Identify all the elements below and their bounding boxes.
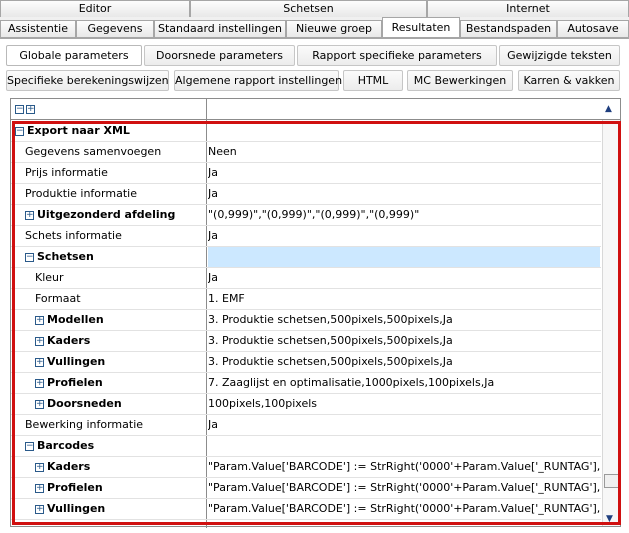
mc-bewerkingen-button[interactable]: MC Bewerkingen <box>407 70 513 91</box>
row-value[interactable]: "(0,999)","(0,999)","(0,999)","(0,999)" <box>208 205 600 225</box>
row-label: Uitgezonderd afdeling <box>37 208 176 221</box>
window: Editor Schetsen Internet Assistentie Geg… <box>0 0 629 533</box>
row-value[interactable]: 3. Produktie schetsen,500pixels,500pixel… <box>208 352 600 372</box>
row-value[interactable]: 100pixels,100pixels <box>208 394 600 414</box>
row-barcodes[interactable]: − Barcodes <box>11 436 601 457</box>
row-prijs-informatie[interactable]: Prijs informatie Ja <box>11 163 601 184</box>
row-export-naar-xml[interactable]: − Export naar XML <box>11 121 601 142</box>
row-schetsen[interactable]: − Schetsen <box>11 247 601 268</box>
tab-gegevens[interactable]: Gegevens <box>76 20 154 37</box>
tab-assistentie[interactable]: Assistentie <box>0 20 76 37</box>
collapse-icon[interactable]: − <box>25 442 34 451</box>
row-value[interactable]: Ja <box>208 184 600 204</box>
row-value[interactable]: Ja <box>208 268 600 288</box>
row-doorsneden[interactable]: + Doorsneden 100pixels,100pixels <box>11 394 601 415</box>
row-value[interactable]: "Param.Value['BARCODE'] := StrRight('000… <box>208 478 600 498</box>
row-value[interactable]: "Param.Value['BARCODE'] := StrRight('000… <box>208 499 600 519</box>
row-modellen[interactable]: + Modellen 3. Produktie schetsen,500pixe… <box>11 310 601 331</box>
row-label: Schetsen <box>37 250 94 263</box>
doorsnede-parameters-button[interactable]: Doorsnede parameters <box>144 45 295 66</box>
row-value[interactable]: 1. EMF <box>208 289 600 309</box>
expand-icon[interactable]: + <box>35 505 44 514</box>
row-label: Profielen <box>47 376 103 389</box>
expand-icon[interactable]: + <box>35 484 44 493</box>
row-label: Doorsneden <box>47 397 122 410</box>
row-value[interactable] <box>208 121 600 141</box>
row-label: Export naar XML <box>27 124 130 137</box>
row-uitgezonderd-afdeling[interactable]: + Uitgezonderd afdeling "(0,999)","(0,99… <box>11 205 601 226</box>
rapport-specifieke-parameters-button[interactable]: Rapport specifieke parameters <box>297 45 497 66</box>
scrollbar-thumb[interactable] <box>604 474 619 488</box>
karren-vakken-button[interactable]: Karren & vakken <box>518 70 620 91</box>
tab-internet[interactable]: Internet <box>427 0 629 17</box>
tab-bestandspaden[interactable]: Bestandspaden <box>460 20 557 37</box>
property-grid: − + ▲ − Export naar XML Gegevens samenvo… <box>10 98 621 528</box>
row-kaders[interactable]: + Kaders 3. Produktie schetsen,500pixels… <box>11 331 601 352</box>
expand-icon[interactable]: + <box>35 379 44 388</box>
row-label: Modellen <box>47 313 104 326</box>
tab-editor[interactable]: Editor <box>0 0 190 17</box>
row-label: Vullingen <box>47 355 106 368</box>
expand-icon[interactable]: + <box>35 358 44 367</box>
tab-standaard-instellingen[interactable]: Standaard instellingen <box>154 20 286 37</box>
html-button[interactable]: HTML <box>343 70 403 91</box>
tab-schetsen[interactable]: Schetsen <box>190 0 427 17</box>
row-value[interactable] <box>208 436 600 456</box>
row-value[interactable]: "Param.Value['BARCODE'] := StrRight('000… <box>208 457 600 477</box>
algemene-rapport-instellingen-button[interactable]: Algemene rapport instellingen <box>174 70 342 91</box>
expand-all-icon[interactable]: + <box>26 105 35 114</box>
gewijzigde-teksten-button[interactable]: Gewijzigde teksten <box>499 45 620 66</box>
row-value-selected[interactable] <box>208 247 600 267</box>
collapse-icon[interactable]: − <box>25 253 34 262</box>
vertical-scrollbar[interactable]: ▼ <box>602 120 620 526</box>
row-label: Kleur <box>35 271 64 284</box>
row-formaat[interactable]: Formaat 1. EMF <box>11 289 601 310</box>
globale-parameters-button[interactable]: Globale parameters <box>6 45 142 66</box>
row-barcode-vullingen[interactable]: + Vullingen "Param.Value['BARCODE'] := S… <box>11 499 601 520</box>
scroll-top-arrow-icon[interactable]: ▲ <box>605 104 612 114</box>
row-label: Vullingen <box>47 502 106 515</box>
row-value[interactable]: Ja <box>208 415 600 435</box>
row-vullingen[interactable]: + Vullingen 3. Produktie schetsen,500pix… <box>11 352 601 373</box>
row-label: Profielen <box>47 481 103 494</box>
expand-icon[interactable]: + <box>25 211 34 220</box>
row-barcode-kaders[interactable]: + Kaders "Param.Value['BARCODE'] := StrR… <box>11 457 601 478</box>
row-label: Prijs informatie <box>25 166 108 179</box>
row-label: Bewerking informatie <box>25 418 144 431</box>
row-value[interactable]: Ja <box>208 163 600 183</box>
row-bewerking-informatie[interactable]: Bewerking informatie Ja <box>11 415 601 436</box>
tab-nieuwe-groep[interactable]: Nieuwe groep <box>286 20 382 37</box>
row-label: Produktie informatie <box>25 187 137 200</box>
row-label: Formaat <box>35 292 81 305</box>
row-label: Barcodes <box>37 439 95 452</box>
expand-icon[interactable]: + <box>35 400 44 409</box>
row-value[interactable]: 3. Produktie schetsen,500pixels,500pixel… <box>208 310 600 330</box>
row-label: Gegevens samenvoegen <box>25 145 162 158</box>
row-label: Kaders <box>47 334 91 347</box>
row-produktie-informatie[interactable]: Produktie informatie Ja <box>11 184 601 205</box>
grid-header: − + ▲ <box>11 99 620 120</box>
row-label: Kaders <box>47 460 91 473</box>
row-value[interactable]: Neen <box>208 142 600 162</box>
row-schets-informatie[interactable]: Schets informatie Ja <box>11 226 601 247</box>
collapse-all-icon[interactable]: − <box>15 105 24 114</box>
row-barcode-profielen[interactable]: + Profielen "Param.Value['BARCODE'] := S… <box>11 478 601 499</box>
row-kleur[interactable]: Kleur Ja <box>11 268 601 289</box>
expand-icon[interactable]: + <box>35 337 44 346</box>
row-value[interactable]: Ja <box>208 226 600 246</box>
tab-row-main: Assistentie Gegevens Standaard instellin… <box>0 17 629 38</box>
row-value[interactable]: 7. Zaaglijst en optimalisatie,1000pixels… <box>208 373 600 393</box>
scroll-down-arrow-icon[interactable]: ▼ <box>606 514 613 524</box>
tab-row-top: Editor Schetsen Internet <box>0 0 629 17</box>
collapse-icon[interactable]: − <box>15 127 24 136</box>
tab-resultaten[interactable]: Resultaten <box>382 17 460 37</box>
row-profielen[interactable]: + Profielen 7. Zaaglijst en optimalisati… <box>11 373 601 394</box>
tab-autosave[interactable]: Autosave <box>557 20 629 37</box>
row-value[interactable]: 3. Produktie schetsen,500pixels,500pixel… <box>208 331 600 351</box>
row-gegevens-samenvoegen[interactable]: Gegevens samenvoegen Neen <box>11 142 601 163</box>
specifieke-berekeningswijzen-button[interactable]: Specifieke berekeningswijzen <box>6 70 169 91</box>
expand-icon[interactable]: + <box>35 463 44 472</box>
row-label: Schets informatie <box>25 229 122 242</box>
expand-icon[interactable]: + <box>35 316 44 325</box>
